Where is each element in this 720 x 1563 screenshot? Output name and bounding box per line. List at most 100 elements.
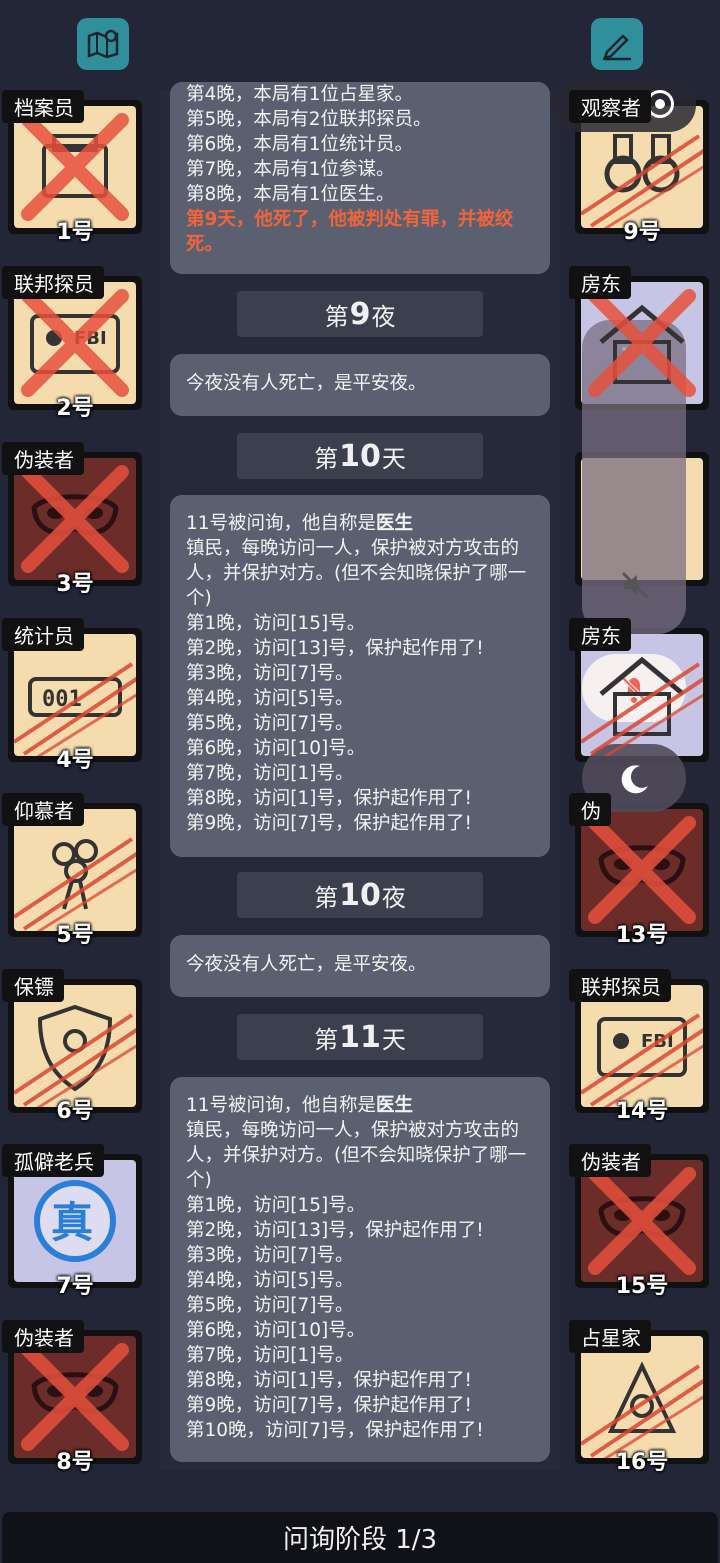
role-label: 孤僻老兵 [2, 1144, 104, 1177]
log-line: 第2晚，访问[13]号，保护起作用了! [186, 1220, 484, 1241]
log-line: 第3晚，访问[7]号。 [186, 1245, 354, 1266]
log-line: 第8晚，本局有1位医生。 [186, 184, 395, 205]
house-icon [581, 656, 703, 756]
log-message: 11号被问询，他自称是医生 镇民，每晚访问一人，保护被对方攻击的人，并保护对方。… [170, 1077, 550, 1462]
log-line: 第6晚，访问[10]号。 [186, 738, 366, 759]
bouquet-icon [14, 837, 136, 931]
player-number: 2号 [56, 396, 94, 421]
edit-icon[interactable] [591, 18, 643, 70]
claim-line: 11号被问询，他自称是医生 [186, 511, 534, 536]
role-label: 档案员 [2, 90, 84, 123]
log-message: 今夜没有人死亡，是平安夜。 [170, 354, 550, 416]
role-label: 房东 [569, 266, 631, 299]
phase-suffix: 天 [381, 444, 406, 473]
log-line: 第8晚，访问[1]号，保护起作用了! [186, 1370, 472, 1391]
player-card[interactable]: 保镖 6号 [0, 969, 142, 1124]
player-card[interactable]: FBI 联邦探员 14号 [567, 969, 709, 1124]
role-portrait [14, 458, 136, 580]
role-label: 伪装者 [569, 1144, 651, 1177]
player-card[interactable]: 观察者 9号 [567, 90, 709, 245]
log-line: 今夜没有人死亡，是平安夜。 [186, 954, 427, 975]
phase-header-day-11: 第 11 天 [237, 1014, 483, 1060]
log-line: 第8晚，访问[1]号，保护起作用了! [186, 788, 472, 809]
role-portrait [14, 985, 136, 1107]
mask-icon [21, 1343, 129, 1451]
role-label: 保镖 [2, 969, 64, 1002]
phase-suffix: 天 [381, 1025, 406, 1054]
log-line: 第4晚，访问[5]号。 [186, 688, 354, 709]
role-portrait [581, 1160, 703, 1282]
player-card[interactable]: 伪 13号 [567, 793, 709, 948]
moon-icon [616, 760, 654, 802]
phase-header-night-9: 第9夜 [237, 291, 483, 337]
role-portrait: 真 [14, 1160, 136, 1282]
phase-status-bar: 问询阶段 1/3 [2, 1512, 718, 1563]
log-line: 第6晚，本局有1位统计员。 [186, 134, 414, 155]
shield-icon [14, 1004, 136, 1107]
role-portrait [581, 1336, 703, 1458]
claimed-role: 医生 [376, 513, 414, 534]
role-portrait [581, 634, 703, 756]
house-icon [588, 289, 696, 397]
role-label: 伪 [569, 793, 611, 826]
log-line: 第5晚，本局有2位联邦探员。 [186, 109, 432, 130]
player-card[interactable]: 占星家 16号 [567, 1320, 709, 1475]
binoculars-icon [581, 134, 703, 228]
mask-icon [588, 1167, 696, 1275]
player-card[interactable]: 001 统计员 4号 [0, 618, 142, 773]
role-portrait [581, 809, 703, 931]
log-line: 第9晚，访问[7]号，保护起作用了! [186, 1395, 472, 1416]
role-label: 联邦探员 [2, 266, 104, 299]
phase-number: 10 [339, 877, 381, 913]
phase-header-day-10: 第 10 天 [237, 433, 483, 479]
player-card[interactable]: 伪装者 15号 [567, 1144, 709, 1299]
death-notice: 第9天，他死了，他被判处有罪，并被绞死。 [186, 209, 514, 255]
phase-number: 10 [339, 438, 381, 474]
player-number: 1号 [56, 220, 94, 245]
player-card[interactable]: 房东 [567, 266, 709, 410]
role-label: 伪装者 [2, 442, 84, 475]
log-line: 第3晚，访问[7]号。 [186, 663, 354, 684]
player-card[interactable]: 伪装者 3号 [0, 442, 142, 597]
role-portrait: 001 [14, 634, 136, 756]
player-card[interactable]: 档案员 1号 [0, 90, 142, 245]
blank-icon [581, 458, 703, 580]
phase-prefix: 第 [324, 302, 349, 331]
player-number: 16号 [615, 1450, 669, 1475]
role-portrait [14, 106, 136, 228]
phase-suffix: 夜 [371, 302, 396, 331]
player-number: 14号 [615, 1099, 669, 1124]
role-portrait: FBI [581, 985, 703, 1107]
role-description: 镇民，每晚访问一人，保护被对方攻击的人，并保护对方。(但不会知晓保护了哪一个) [186, 1120, 527, 1191]
role-portrait [581, 106, 703, 228]
player-number: 15号 [615, 1274, 669, 1299]
role-label: 观察者 [569, 90, 651, 123]
phase-prefix: 第 [314, 444, 339, 473]
player-number: 8号 [56, 1450, 94, 1475]
log-line: 第5晚，访问[7]号。 [186, 713, 354, 734]
player-card[interactable]: FBI 联邦探员 2号 [0, 266, 142, 421]
log-line: 今夜没有人死亡，是平安夜。 [186, 373, 427, 394]
player-card[interactable]: 房东 [567, 618, 709, 762]
log-line: 第4晚，访问[5]号。 [186, 1270, 354, 1291]
map-icon[interactable] [77, 18, 129, 70]
log-message: 今夜没有人死亡，是平安夜。 [170, 935, 550, 997]
claim-intro: 11号被问询，他自称是 [186, 513, 377, 534]
player-card[interactable]: 仰慕者 5号 [0, 793, 142, 948]
role-portrait [14, 809, 136, 931]
role-description: 镇民，每晚访问一人，保护被对方攻击的人，并保护对方。(但不会知晓保护了哪一个) [186, 538, 527, 609]
player-card[interactable] [567, 448, 709, 586]
folder-icon [21, 113, 129, 221]
role-label: 占星家 [569, 1320, 651, 1353]
verified-stamp-icon: 真 [34, 1180, 116, 1262]
role-portrait: FBI [14, 282, 136, 404]
player-number: 6号 [56, 1099, 94, 1124]
sextant-icon [581, 1361, 703, 1458]
player-card[interactable]: 伪装者 8号 [0, 1320, 142, 1475]
phase-prefix: 第 [314, 1025, 339, 1054]
player-card[interactable]: 真 孤僻老兵 7号 [0, 1144, 142, 1299]
role-label: 仰慕者 [2, 793, 84, 826]
log-line: 第7晚，访问[1]号。 [186, 1345, 354, 1366]
log-line: 第9晚，访问[7]号，保护起作用了! [186, 813, 472, 834]
log-line: 第10晚，访问[7]号，保护起作用了! [186, 1420, 484, 1441]
